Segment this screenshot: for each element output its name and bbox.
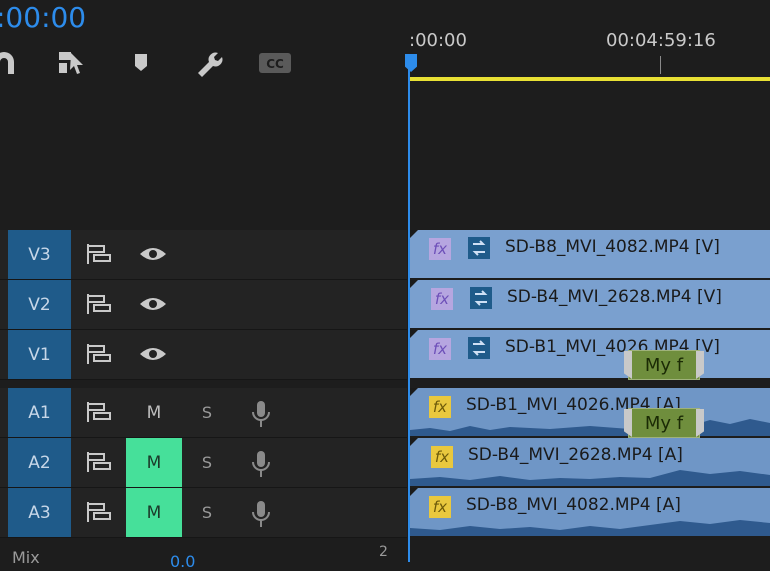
clip-a1[interactable]: fx SD-B1_MVI_4026.MP4 [A] My f (410, 388, 770, 438)
wrench-icon[interactable] (191, 48, 225, 78)
audio-waveform (410, 470, 770, 486)
audio-waveform (410, 520, 770, 536)
sync-clip-icon (468, 337, 490, 359)
sync-lock-icon[interactable] (86, 344, 112, 364)
clip-v1[interactable]: fx SD-B1_MVI_4026.MP4 [V] My f (410, 330, 770, 380)
sync-lock-icon[interactable] (86, 452, 112, 472)
time-ruler[interactable]: :00:00 00:04:59:16 (409, 0, 770, 82)
clip-a2[interactable]: fx SD-B4_MVI_2628.MP4 [A] (410, 438, 770, 486)
solo-button[interactable]: S (196, 488, 218, 537)
eye-icon[interactable] (139, 296, 167, 312)
clip-corner (410, 230, 418, 238)
ruler-mark-time: 00:04:59:16 (606, 30, 716, 51)
microphone-icon[interactable] (251, 400, 271, 428)
clip-name: SD-B4_MVI_2628.MP4 [V] (507, 287, 722, 307)
microphone-icon[interactable] (251, 450, 271, 478)
fx-icon: fx (429, 238, 451, 260)
clip-name: SD-B4_MVI_2628.MP4 [A] (468, 445, 683, 465)
solo-button[interactable]: S (196, 438, 218, 487)
track-name[interactable]: A2 (8, 438, 71, 487)
fx-icon: fx (429, 338, 451, 360)
mute-button[interactable]: M (126, 438, 182, 487)
sync-clip-icon (470, 287, 492, 309)
clip-name: SD-B8_MVI_4082.MP4 [A] (466, 495, 681, 515)
clip-corner (410, 330, 418, 338)
track-name[interactable]: A3 (8, 488, 71, 537)
track-header-a1: A1 M S (0, 388, 407, 438)
sync-lock-icon[interactable] (86, 402, 112, 422)
eye-icon[interactable] (139, 346, 167, 362)
playhead-timecode[interactable]: :00:00 (0, 1, 86, 34)
track-name[interactable]: V3 (8, 230, 71, 279)
clip-corner (410, 280, 418, 288)
snap-icon[interactable] (0, 48, 22, 78)
track-name[interactable]: A1 (8, 388, 71, 437)
track-header-v3: V3 (0, 230, 407, 280)
svg-text:CC: CC (266, 57, 284, 71)
clip-corner (410, 488, 418, 496)
mix-number: 2 (379, 544, 388, 560)
sync-lock-icon[interactable] (86, 502, 112, 522)
track-name[interactable]: V1 (8, 330, 71, 379)
audio-waveform (410, 419, 770, 436)
sync-lock-icon[interactable] (86, 294, 112, 314)
clip-a3[interactable]: fx SD-B8_MVI_4082.MP4 [A] (410, 488, 770, 536)
mute-button[interactable]: M (126, 488, 182, 537)
ruler-start-time: :00:00 (409, 30, 467, 51)
fx-icon: fx (429, 396, 451, 418)
clip-v2[interactable]: fx SD-B4_MVI_2628.MP4 [V] (410, 280, 770, 328)
linked-selection-icon[interactable] (54, 48, 88, 78)
sync-clip-icon (468, 237, 490, 259)
solo-button[interactable]: S (196, 388, 218, 437)
work-area-bar[interactable] (409, 77, 770, 81)
sync-lock-icon[interactable] (86, 244, 112, 264)
fx-icon: fx (431, 288, 453, 310)
audio-transition[interactable]: My f (628, 408, 700, 438)
mix-label: Mix (12, 548, 40, 567)
playhead-line[interactable] (408, 54, 410, 562)
video-transition[interactable]: My f (628, 350, 700, 380)
clip-corner (410, 388, 418, 396)
fx-icon: fx (431, 446, 453, 468)
eye-icon[interactable] (139, 246, 167, 262)
mute-button[interactable]: M (126, 388, 182, 437)
clip-v3[interactable]: fx SD-B8_MVI_4082.MP4 [V] (410, 230, 770, 278)
clip-corner (410, 438, 418, 446)
track-header-v1: V1 (0, 330, 407, 380)
track-header-a2: A2 M S (0, 438, 407, 488)
marker-icon[interactable] (124, 48, 158, 78)
microphone-icon[interactable] (251, 500, 271, 528)
track-header-a3: A3 M S (0, 488, 407, 538)
track-name[interactable]: V2 (8, 280, 71, 329)
captions-icon[interactable]: CC (258, 48, 292, 78)
track-header-v2: V2 (0, 280, 407, 330)
ruler-tick (660, 56, 661, 74)
fx-icon: fx (429, 496, 451, 518)
clip-name: SD-B8_MVI_4082.MP4 [V] (505, 237, 720, 257)
